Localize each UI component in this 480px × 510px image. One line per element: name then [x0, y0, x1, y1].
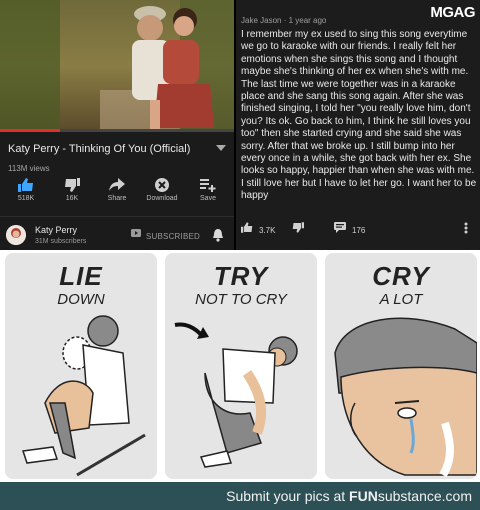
video-thumbnail-image — [0, 0, 234, 132]
comment-like-button[interactable]: 3.7K — [241, 222, 275, 235]
reply-count: 176 — [352, 226, 366, 235]
video-thumbnail[interactable] — [0, 0, 234, 132]
lying-down-figure-illustration — [22, 315, 146, 477]
dislike-button[interactable]: 16K — [50, 178, 94, 202]
watermark-footer: Submit your pics at FUNsubstance.com — [0, 482, 480, 510]
avatar-image — [6, 225, 26, 245]
video-title: Katy Perry - Thinking Of You (Official) — [8, 143, 191, 155]
meme-image: LIE DOWN TRY NOT TO CRY CRY A LOT — [0, 250, 480, 482]
subscribed-button[interactable]: SUBSCRIBED — [146, 232, 200, 241]
share-label: Share — [107, 195, 127, 202]
share-button[interactable]: Share — [95, 178, 139, 202]
reply-comment-icon — [334, 222, 346, 233]
comment-more-button[interactable] — [464, 222, 468, 236]
view-count: 113M views — [8, 164, 50, 173]
comment-dislike-button[interactable] — [292, 222, 304, 235]
watermark-site-bold: FUN — [349, 488, 378, 504]
share-icon — [109, 178, 125, 191]
thumbs-down-icon — [65, 178, 80, 192]
comment-reply-button[interactable]: 176 — [334, 222, 365, 235]
dislike-count: 16K — [65, 195, 79, 202]
meme-panel-lie-down: LIE DOWN — [5, 253, 157, 479]
divider — [0, 216, 234, 217]
download-label: Download — [146, 195, 178, 202]
crying-face-illustration — [334, 317, 477, 478]
comment-panel: Jake Jason · 1 year ago MGAG I remember … — [236, 0, 480, 250]
comment-like-count: 3.7K — [259, 226, 276, 235]
channel-row: Katy Perry 31M subscribers SUBSCRIBED — [0, 221, 234, 249]
video-panel: Katy Perry - Thinking Of You (Official) … — [0, 0, 234, 250]
more-vert-icon — [464, 222, 468, 234]
expand-description-icon[interactable] — [216, 145, 226, 151]
video-progress-bar[interactable] — [0, 129, 234, 132]
watermark-site-rest: substance.com — [377, 488, 472, 504]
meme-panel-cry-a-lot: CRY A LOT — [325, 253, 477, 479]
watermark-text: Submit your pics at FUNsubstance.com — [226, 488, 472, 504]
comment-action-bar: 3.7K 176 — [236, 222, 480, 244]
crouching-figure-illustration — [174, 322, 298, 468]
download-icon — [155, 178, 169, 192]
like-button[interactable]: 518K — [4, 178, 48, 202]
meme-panel-try-not-to-cry: TRY NOT TO CRY — [165, 253, 317, 479]
save-label: Save — [200, 195, 216, 202]
save-button[interactable]: Save — [186, 178, 230, 202]
watermark-prefix: Submit your pics at — [226, 488, 350, 504]
thumbs-up-icon — [241, 222, 253, 233]
thumbs-up-icon — [18, 178, 33, 192]
channel-name[interactable]: Katy Perry — [35, 225, 77, 235]
comment-text: I remember my ex used to sing this song … — [241, 29, 477, 202]
download-button[interactable]: Download — [140, 178, 184, 202]
thumbs-down-icon — [292, 222, 304, 233]
comment-author: Jake Jason · 1 year ago — [241, 16, 327, 25]
like-count: 518K — [17, 195, 35, 202]
site-logo: MGAG — [430, 4, 475, 21]
screenshot-frame: Katy Perry - Thinking Of You (Official) … — [0, 0, 480, 510]
video-action-bar: 518K 16K Share Download Save — [0, 178, 234, 212]
save-playlist-icon — [200, 179, 216, 192]
subscriptions-icon — [131, 229, 141, 237]
channel-avatar[interactable] — [6, 225, 26, 245]
notification-bell-icon[interactable] — [212, 228, 224, 242]
subscriber-count: 31M subscribers — [35, 238, 87, 245]
